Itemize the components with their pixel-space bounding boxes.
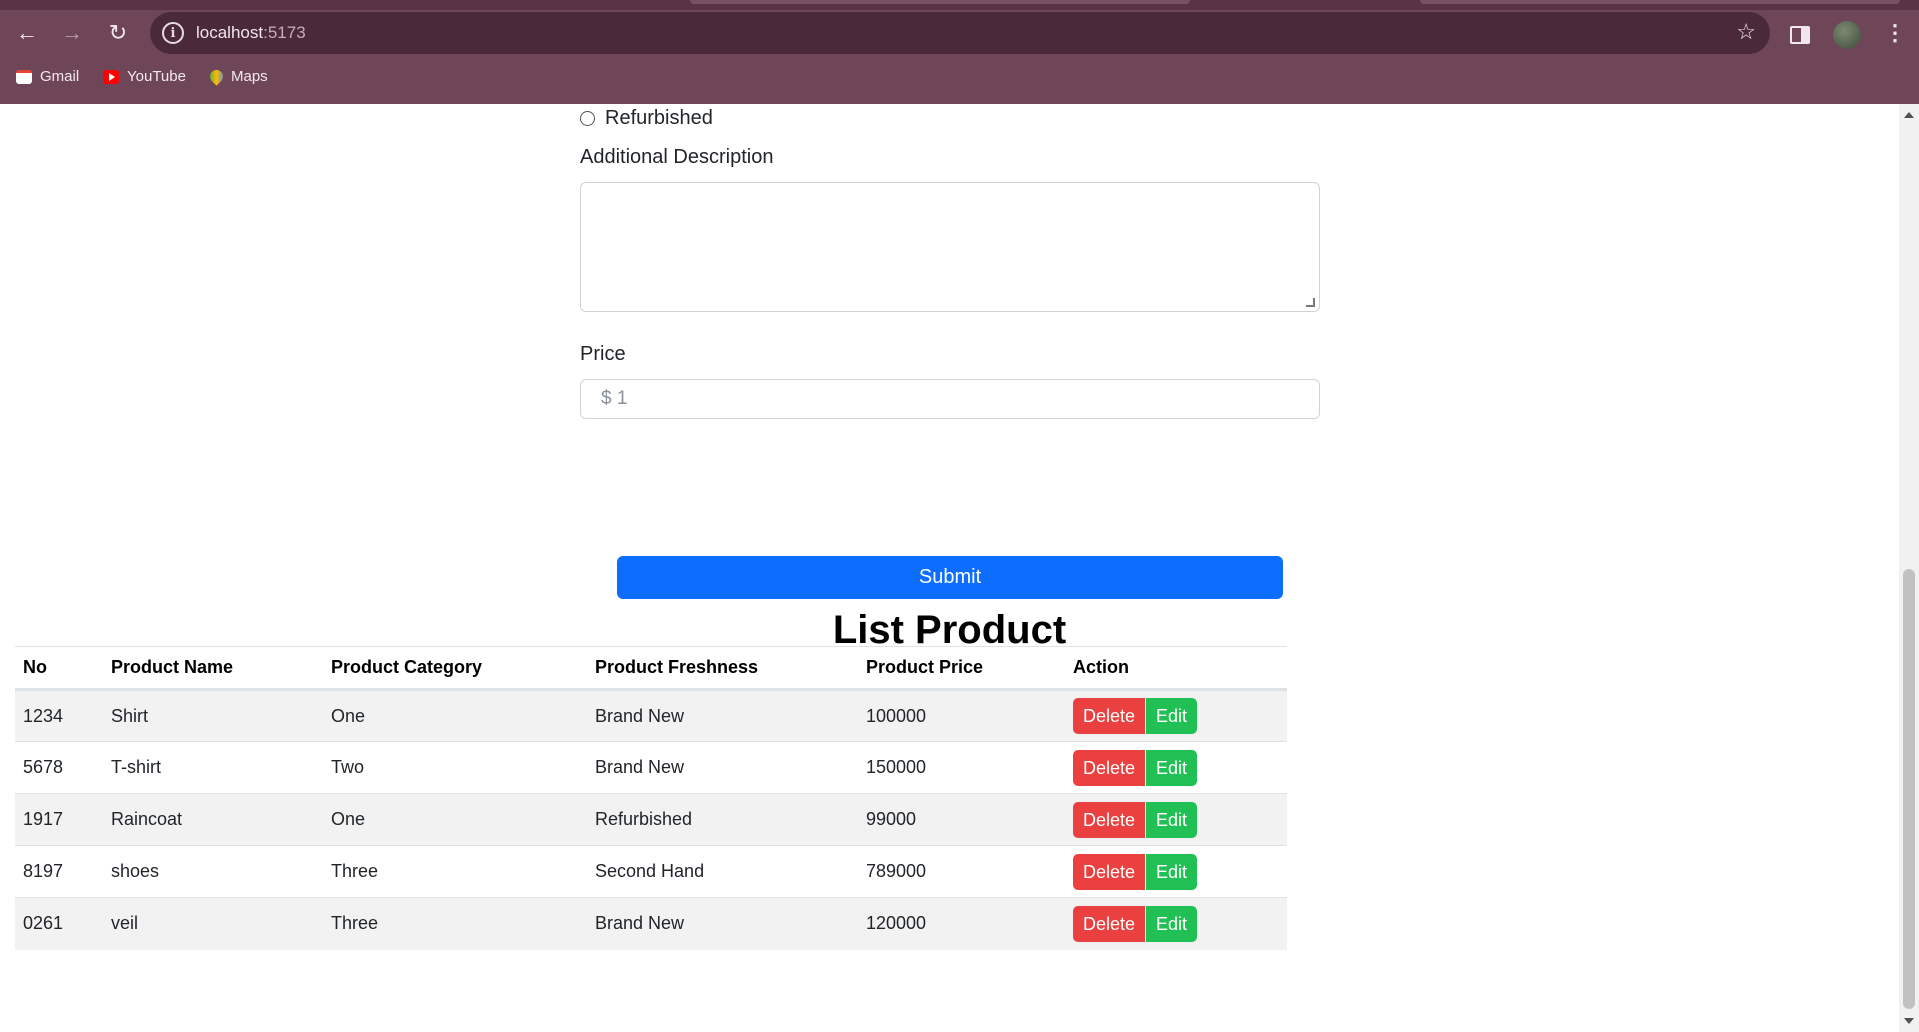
cell-name: T-shirt (103, 741, 323, 794)
cell-category: Two (323, 741, 587, 794)
bookmark-label: Gmail (40, 68, 80, 85)
bookmark-maps[interactable]: Maps (207, 67, 268, 86)
side-panel-icon[interactable] (1790, 26, 1810, 44)
browser-toolbar: ← → ↻ i localhost:5173 ☆ ⋮ (0, 10, 1919, 54)
cell-name: Raincoat (103, 793, 323, 846)
cell-category: One (323, 793, 587, 846)
cell-action: Delete Edit (1065, 689, 1287, 742)
cell-name: shoes (103, 845, 323, 898)
gmail-icon (16, 69, 32, 84)
delete-button[interactable]: Delete (1073, 905, 1146, 942)
cell-action: Delete Edit (1065, 897, 1287, 950)
delete-button[interactable]: Delete (1073, 698, 1146, 734)
bookmark-label: Maps (231, 68, 268, 85)
cell-category: Three (323, 897, 587, 950)
profile-avatar[interactable] (1833, 21, 1861, 49)
table-row: 0261 veil Three Brand New 120000 Delete E… (15, 897, 1287, 950)
table-row: 5678 T-shirt Two Brand New 150000 Delete… (15, 741, 1287, 794)
header-product-name: Product Name (103, 646, 323, 691)
tab[interactable] (1420, 0, 1900, 4)
cell-category: Three (323, 845, 587, 898)
browser-chrome: ← → ↻ i localhost:5173 ☆ ⋮ Gmail YouTube… (0, 0, 1919, 104)
delete-button[interactable]: Delete (1073, 853, 1146, 890)
address-bar-url[interactable]: localhost:5173 (196, 23, 306, 43)
cell-price: 789000 (858, 845, 1065, 898)
resize-grip-icon[interactable] (1306, 298, 1315, 307)
delete-button[interactable]: Delete (1073, 801, 1146, 838)
cell-no: 1234 (15, 689, 103, 742)
cell-price: 120000 (858, 897, 1065, 950)
cell-freshness: Second Hand (587, 845, 858, 898)
cell-category: One (323, 689, 587, 742)
table-row: 1917 Raincoat One Refurbished 99000 Dele… (15, 793, 1287, 846)
bookmark-label: YouTube (127, 68, 186, 85)
scroll-thumb[interactable] (1903, 569, 1915, 1009)
header-product-freshness: Product Freshness (587, 646, 858, 691)
header-product-category: Product Category (323, 646, 587, 691)
table-header-row: No Product Name Product Category Product… (15, 646, 1287, 691)
back-arrow-icon[interactable]: ← (12, 18, 42, 48)
cell-no: 0261 (15, 897, 103, 950)
submit-button[interactable]: Submit (617, 556, 1283, 599)
site-info-icon[interactable]: i (162, 22, 184, 44)
bookmark-youtube[interactable]: YouTube (103, 68, 186, 85)
cell-freshness: Refurbished (587, 793, 858, 846)
table-row: 8197 shoes Three Second Hand 789000 Dele… (15, 845, 1287, 898)
cell-action: Delete Edit (1065, 793, 1287, 846)
header-product-price: Product Price (858, 646, 1065, 691)
address-bar[interactable]: i localhost:5173 ☆ (150, 12, 1770, 54)
cell-no: 5678 (15, 741, 103, 794)
menu-dots-icon[interactable]: ⋮ (1884, 20, 1906, 46)
product-table: No Product Name Product Category Product… (15, 646, 1287, 950)
edit-button[interactable]: Edit (1146, 749, 1198, 786)
tab-strip (0, 0, 1919, 10)
edit-button[interactable]: Edit (1146, 698, 1198, 734)
table-row: 1234 Shirt One Brand New 100000 Delete Ed… (15, 689, 1287, 742)
cell-name: veil (103, 897, 323, 950)
header-no: No (15, 646, 103, 691)
cell-action: Delete Edit (1065, 845, 1287, 898)
edit-button[interactable]: Edit (1146, 853, 1198, 890)
cell-price: 99000 (858, 793, 1065, 846)
price-label: Price (580, 343, 626, 365)
cell-no: 8197 (15, 845, 103, 898)
scroll-down-arrow-icon[interactable] (1904, 1018, 1914, 1024)
edit-button[interactable]: Edit (1146, 801, 1198, 838)
bookmark-star-icon[interactable]: ☆ (1736, 19, 1756, 45)
cell-price: 100000 (858, 689, 1065, 742)
forward-arrow-icon[interactable]: → (57, 18, 87, 48)
edit-button[interactable]: Edit (1146, 905, 1198, 942)
cell-action: Delete Edit (1065, 741, 1287, 794)
header-action: Action (1065, 646, 1287, 691)
price-input[interactable]: $ 1 (580, 379, 1320, 419)
cell-no: 1917 (15, 793, 103, 846)
scroll-up-arrow-icon[interactable] (1904, 112, 1914, 118)
youtube-icon (103, 69, 119, 84)
cell-freshness: Brand New (587, 741, 858, 794)
cell-name: Shirt (103, 689, 323, 742)
bookmark-gmail[interactable]: Gmail (16, 68, 79, 85)
page-scrollbar[interactable] (1899, 104, 1919, 1032)
additional-description-label: Additional Description (580, 146, 774, 168)
cell-freshness: Brand New (587, 689, 858, 742)
radio-label: Refurbished (605, 107, 713, 129)
radio-refurbished[interactable]: Refurbished (580, 107, 713, 130)
price-placeholder: $ 1 (601, 388, 628, 409)
cell-price: 150000 (858, 741, 1065, 794)
radio-button[interactable] (580, 111, 595, 126)
cell-freshness: Brand New (587, 897, 858, 950)
additional-description-textarea[interactable] (580, 182, 1320, 312)
tab[interactable] (690, 0, 1190, 4)
delete-button[interactable]: Delete (1073, 749, 1146, 786)
bookmarks-bar: Gmail YouTube Maps (0, 62, 1919, 96)
maps-icon (207, 67, 226, 86)
page-viewport: Refurbished Additional Description Price… (0, 104, 1899, 1032)
reload-icon[interactable]: ↻ (103, 18, 133, 48)
